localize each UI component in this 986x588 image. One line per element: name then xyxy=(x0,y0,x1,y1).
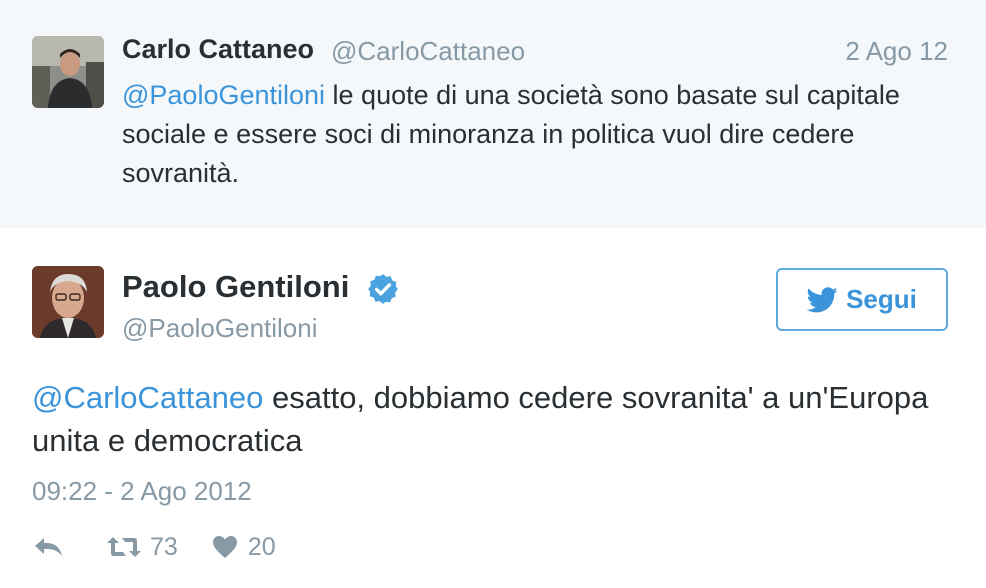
reply-icon xyxy=(35,538,62,556)
heart-icon xyxy=(212,536,237,558)
reply-button[interactable] xyxy=(32,536,64,558)
like-count: 20 xyxy=(247,532,276,561)
tweet-date[interactable]: 2 Ago 12 xyxy=(845,36,948,67)
author-handle[interactable]: @CarloCattaneo xyxy=(331,36,525,67)
avatar[interactable] xyxy=(32,36,104,108)
tweet-text: @CarloCattaneo esatto, dobbiamo cedere s… xyxy=(32,376,932,462)
parent-tweet: Carlo Cattaneo @CarloCattaneo 2 Ago 12 @… xyxy=(0,0,986,228)
like-button[interactable]: 20 xyxy=(212,533,276,562)
follow-button[interactable]: Segui xyxy=(776,268,948,331)
retweet-count: 73 xyxy=(150,532,178,561)
author-name[interactable]: Paolo Gentiloni xyxy=(122,269,349,305)
avatar[interactable] xyxy=(32,266,104,338)
tweet-text: @PaoloGentiloni le quote di una società … xyxy=(122,76,942,193)
retweet-icon xyxy=(107,537,141,557)
tweet-actions: 73 20 xyxy=(32,530,276,564)
twitter-bird-icon xyxy=(807,286,838,312)
verified-badge-icon xyxy=(368,274,398,304)
mention-link[interactable]: @CarloCattaneo xyxy=(32,380,263,415)
mention-link[interactable]: @PaoloGentiloni xyxy=(122,80,325,110)
author-handle[interactable]: @PaoloGentiloni xyxy=(122,313,318,344)
retweet-button[interactable]: 73 xyxy=(106,533,178,562)
author-name[interactable]: Carlo Cattaneo xyxy=(122,34,314,65)
tweet-timestamp[interactable]: 09:22 - 2 Ago 2012 xyxy=(32,476,252,507)
follow-button-label: Segui xyxy=(846,284,917,314)
